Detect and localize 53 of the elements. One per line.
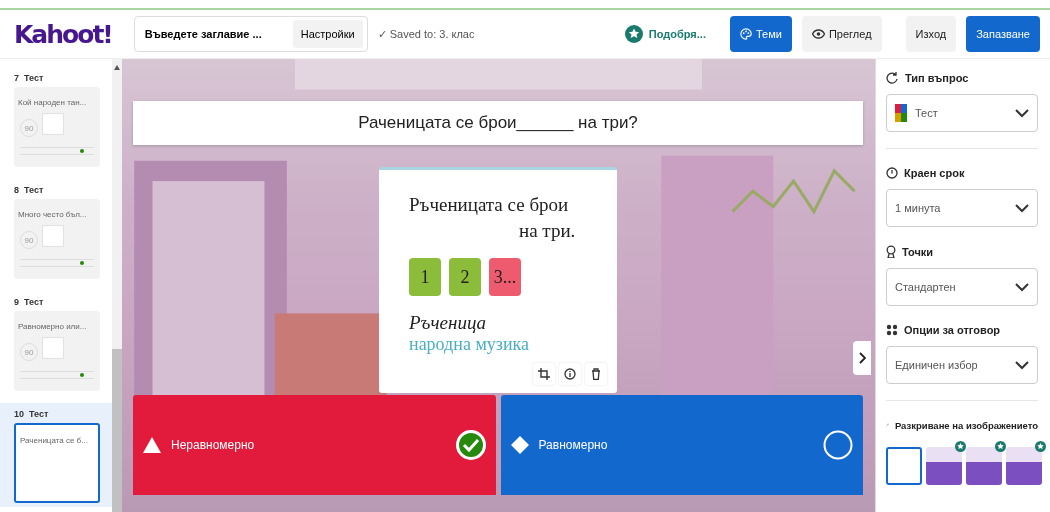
- slide-thumbnail[interactable]: Много често бъл... 90: [14, 199, 100, 279]
- dropdown-value: 1 минута: [895, 202, 942, 214]
- slide-title: Много често бъл...: [18, 209, 87, 220]
- answer-option[interactable]: Равномерно: [500, 395, 863, 495]
- slide-title: Раченицата се б...: [20, 435, 88, 446]
- image-caption-subtitle: народна музика: [409, 334, 530, 355]
- image-text: на три.: [518, 220, 577, 242]
- slide-title: Кой народен тан...: [18, 97, 87, 108]
- dropdown[interactable]: Стандартен: [886, 268, 1038, 306]
- slide-thumbnail[interactable]: Равномерно или... 90: [14, 311, 100, 391]
- dropdown[interactable]: Единичен избор: [886, 346, 1038, 384]
- image-caption-title: Ръченица: [409, 312, 488, 334]
- slide-title: Равномерно или...: [18, 321, 87, 332]
- field-label: Опции за отговор: [904, 324, 1001, 336]
- title-text: Въведете заглавие ...: [144, 28, 263, 40]
- answer-text: Равномерно: [538, 438, 609, 452]
- number-tile: 1: [409, 258, 441, 296]
- dropdown-value: Тест: [915, 107, 939, 119]
- answer-option[interactable]: Неравномерно: [133, 395, 496, 495]
- field-label: Точки: [902, 245, 934, 258]
- exit-button[interactable]: Изход: [905, 16, 957, 52]
- upgrade-link[interactable]: Подобря...: [624, 25, 706, 43]
- selected-slide-item[interactable]: 10 Тест Раченицата се б...: [0, 403, 112, 507]
- dropdown-value: Единичен избор: [895, 359, 979, 371]
- slide-type: Тест: [24, 73, 44, 83]
- dropdown[interactable]: Тест: [886, 94, 1038, 132]
- image-text: Ръченицата се брои: [409, 194, 570, 216]
- preview-button[interactable]: Преглед: [801, 16, 882, 52]
- settings-button[interactable]: Настройки: [292, 20, 363, 48]
- dropdown-value: Стандартен: [895, 281, 957, 293]
- slide-number: 10: [14, 409, 24, 419]
- save-status: ✓ Saved to: 3. клас: [377, 27, 476, 41]
- slide-number: 8: [14, 185, 19, 195]
- slide-type: Тест: [24, 185, 44, 195]
- answer-text: Неравномерно: [171, 438, 256, 452]
- dropdown[interactable]: 1 минута: [886, 189, 1038, 227]
- slide-type: Тест: [29, 409, 49, 419]
- number-tile: 2: [449, 258, 481, 296]
- save-button[interactable]: Запазване: [966, 16, 1040, 52]
- themes-button[interactable]: Теми: [729, 16, 792, 52]
- slide-number: 7: [14, 73, 19, 83]
- kahoot-logo[interactable]: Kahoot!: [14, 19, 112, 49]
- question-image[interactable]: Ръченицата се брои на три. 1 2 3... Ръченица народна музика: [379, 167, 617, 393]
- slide-thumbnail[interactable]: Кой народен тан... 90: [14, 87, 100, 167]
- field-label: Разкриване на изображението: [894, 419, 1038, 431]
- field-label: Краен срок: [904, 167, 965, 179]
- slide-thumbnail[interactable]: Раченицата се б...: [14, 423, 100, 503]
- slide-type: Тест: [24, 297, 44, 307]
- number-tile: 3...: [489, 258, 521, 296]
- field-label: Тип въпрос: [905, 71, 969, 84]
- question-field[interactable]: Раченицата се брои______ на три?: [133, 101, 863, 145]
- title-field[interactable]: Въведете заглавие ... Настройки: [133, 16, 368, 52]
- slide-number: 9: [14, 297, 19, 307]
